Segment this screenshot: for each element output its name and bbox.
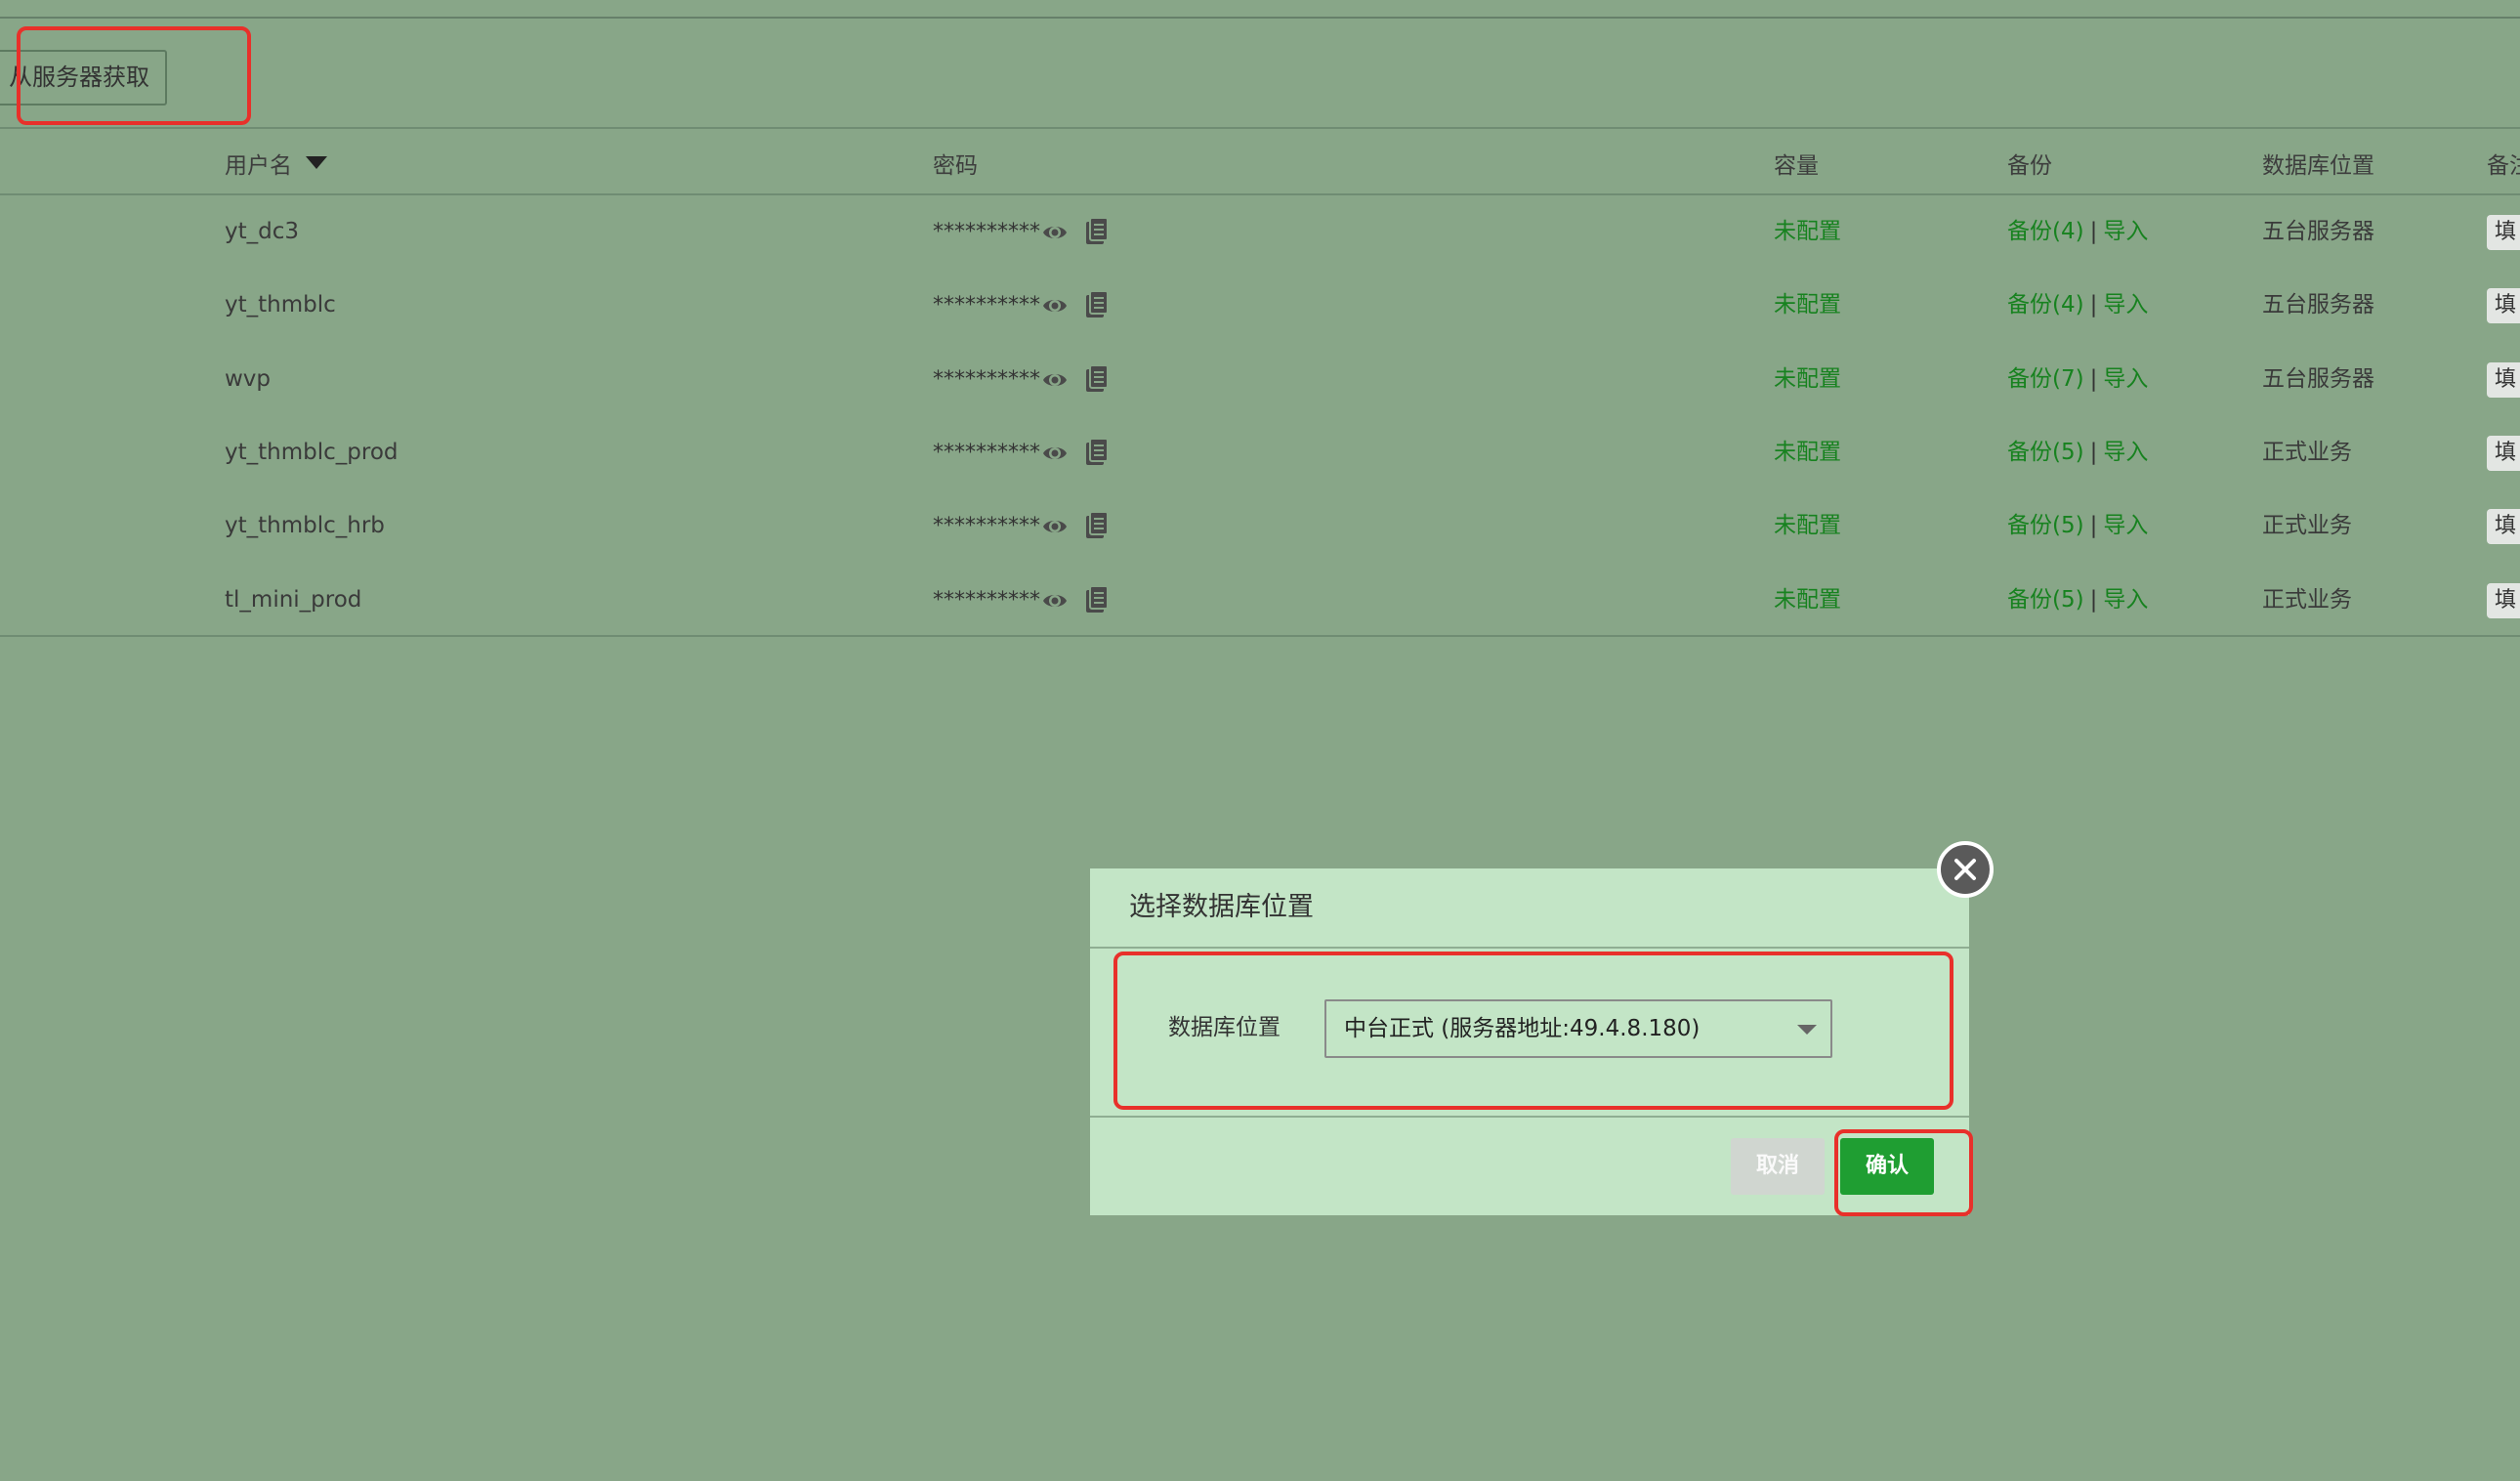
- import-link[interactable]: 导入: [2103, 440, 2148, 465]
- dialog-footer-divider: [1090, 1116, 1969, 1118]
- copy-icon[interactable]: [1084, 290, 1110, 319]
- link-separator: |: [2089, 586, 2098, 613]
- username-cell: yt_thmblc_hrb: [225, 513, 385, 539]
- backup-cell: 备份(5) | 导入: [2007, 489, 2148, 563]
- link-separator: |: [2089, 292, 2098, 318]
- chevron-down-icon: [1797, 1025, 1817, 1035]
- password-cell: **********: [933, 440, 1040, 465]
- table-top-border: [0, 127, 2520, 129]
- fetch-from-server-button[interactable]: 从服务器获取: [0, 50, 167, 106]
- backup-cell: 备份(5) | 导入: [2007, 564, 2148, 637]
- cancel-button[interactable]: 取消: [1731, 1138, 1825, 1195]
- import-link[interactable]: 导入: [2103, 587, 2148, 613]
- table-row: wvp ********** 未配置 备份(7) | 导入 五台服务器 填: [0, 343, 2520, 416]
- capacity-link[interactable]: 未配置: [1774, 564, 1841, 637]
- db-location-cell: 五台服务器: [2262, 292, 2374, 318]
- copy-icon[interactable]: [1084, 584, 1110, 614]
- column-header-note: 备注: [2487, 153, 2520, 179]
- note-fill-button[interactable]: 填: [2487, 582, 2520, 618]
- dialog-title: 选择数据库位置: [1129, 892, 1314, 922]
- select-db-location-dialog: 选择数据库位置 数据库位置 中台正式 (服务器地址:49.4.8.180) 取消…: [1090, 868, 1969, 1215]
- column-header-backup: 备份: [2007, 153, 2052, 179]
- copy-icon[interactable]: [1084, 437, 1110, 467]
- eye-icon[interactable]: [1041, 219, 1069, 246]
- link-separator: |: [2089, 365, 2098, 392]
- backup-link[interactable]: 备份(4): [2007, 219, 2084, 244]
- backup-cell: 备份(7) | 导入: [2007, 343, 2148, 416]
- capacity-link[interactable]: 未配置: [1774, 343, 1841, 416]
- link-separator: |: [2089, 513, 2098, 539]
- note-fill-button[interactable]: 填: [2487, 361, 2520, 398]
- table-row: yt_thmblc_prod ********** 未配置 备份(5) | 导入 正式业务 填: [0, 416, 2520, 489]
- link-separator: |: [2089, 439, 2098, 465]
- sort-caret-icon[interactable]: [306, 156, 327, 169]
- backup-link[interactable]: 备份(4): [2007, 292, 2084, 317]
- top-divider: [0, 17, 2520, 19]
- backup-link[interactable]: 备份(5): [2007, 587, 2084, 613]
- backup-link[interactable]: 备份(5): [2007, 440, 2084, 465]
- import-link[interactable]: 导入: [2103, 366, 2148, 392]
- backup-link[interactable]: 备份(5): [2007, 513, 2084, 538]
- db-location-cell: 五台服务器: [2262, 219, 2374, 244]
- password-cell: **********: [933, 366, 1040, 392]
- capacity-link[interactable]: 未配置: [1774, 195, 1841, 269]
- column-header-db-location: 数据库位置: [2262, 153, 2374, 179]
- copy-icon[interactable]: [1084, 363, 1110, 394]
- backup-link[interactable]: 备份(7): [2007, 366, 2084, 392]
- eye-icon[interactable]: [1041, 587, 1069, 614]
- table-row: yt_thmblc ********** 未配置 备份(4) | 导入 五台服务器 填: [0, 269, 2520, 342]
- capacity-link[interactable]: 未配置: [1774, 269, 1841, 342]
- table-row: yt_dc3 ********** 未配置 备份(4) | 导入 五台服务器 填: [0, 195, 2520, 269]
- copy-icon[interactable]: [1084, 217, 1110, 246]
- link-separator: |: [2089, 219, 2098, 244]
- db-location-cell: 正式业务: [2262, 439, 2352, 465]
- password-cell: **********: [933, 293, 1040, 318]
- password-cell: **********: [933, 587, 1040, 613]
- username-cell: yt_dc3: [225, 219, 300, 244]
- column-header-username[interactable]: 用户名: [225, 147, 292, 180]
- capacity-link[interactable]: 未配置: [1774, 489, 1841, 563]
- note-fill-button[interactable]: 填: [2487, 215, 2520, 250]
- capacity-link[interactable]: 未配置: [1774, 416, 1841, 489]
- db-location-label: 数据库位置: [1168, 1015, 1281, 1040]
- username-cell: yt_thmblc_prod: [225, 439, 399, 465]
- backup-cell: 备份(4) | 导入: [2007, 269, 2148, 342]
- table-bottom-border: [0, 635, 2520, 637]
- import-link[interactable]: 导入: [2103, 513, 2148, 538]
- import-link[interactable]: 导入: [2103, 292, 2148, 317]
- note-fill-button[interactable]: 填: [2487, 435, 2520, 471]
- close-icon[interactable]: [1937, 841, 1994, 898]
- password-cell: **********: [933, 514, 1040, 539]
- backup-cell: 备份(5) | 导入: [2007, 416, 2148, 489]
- eye-icon[interactable]: [1041, 292, 1069, 319]
- db-location-cell: 正式业务: [2262, 513, 2352, 539]
- column-header-password: 密码: [933, 153, 978, 179]
- username-cell: yt_thmblc: [225, 292, 336, 318]
- db-location-select[interactable]: 中台正式 (服务器地址:49.4.8.180): [1324, 999, 1832, 1058]
- dialog-header-divider: [1090, 947, 1969, 949]
- import-link[interactable]: 导入: [2103, 219, 2148, 244]
- table-row: tl_mini_prod ********** 未配置 备份(5) | 导入 正式业务 填: [0, 564, 2520, 637]
- backup-cell: 备份(4) | 导入: [2007, 195, 2148, 269]
- eye-icon[interactable]: [1041, 366, 1069, 394]
- username-cell: tl_mini_prod: [225, 586, 362, 613]
- eye-icon[interactable]: [1041, 440, 1069, 467]
- db-location-selected-value: 中台正式 (服务器地址:49.4.8.180): [1344, 1016, 1701, 1041]
- db-location-cell: 正式业务: [2262, 586, 2352, 613]
- note-fill-button[interactable]: 填: [2487, 509, 2520, 545]
- password-cell: **********: [933, 220, 1040, 244]
- copy-icon[interactable]: [1084, 511, 1110, 540]
- db-location-cell: 五台服务器: [2262, 365, 2374, 392]
- column-header-capacity: 容量: [1774, 153, 1819, 179]
- note-fill-button[interactable]: 填: [2487, 288, 2520, 324]
- eye-icon[interactable]: [1041, 513, 1069, 540]
- username-cell: wvp: [225, 365, 272, 392]
- confirm-button[interactable]: 确认: [1840, 1138, 1934, 1195]
- table-row: yt_thmblc_hrb ********** 未配置 备份(5) | 导入 正式业务 填: [0, 489, 2520, 563]
